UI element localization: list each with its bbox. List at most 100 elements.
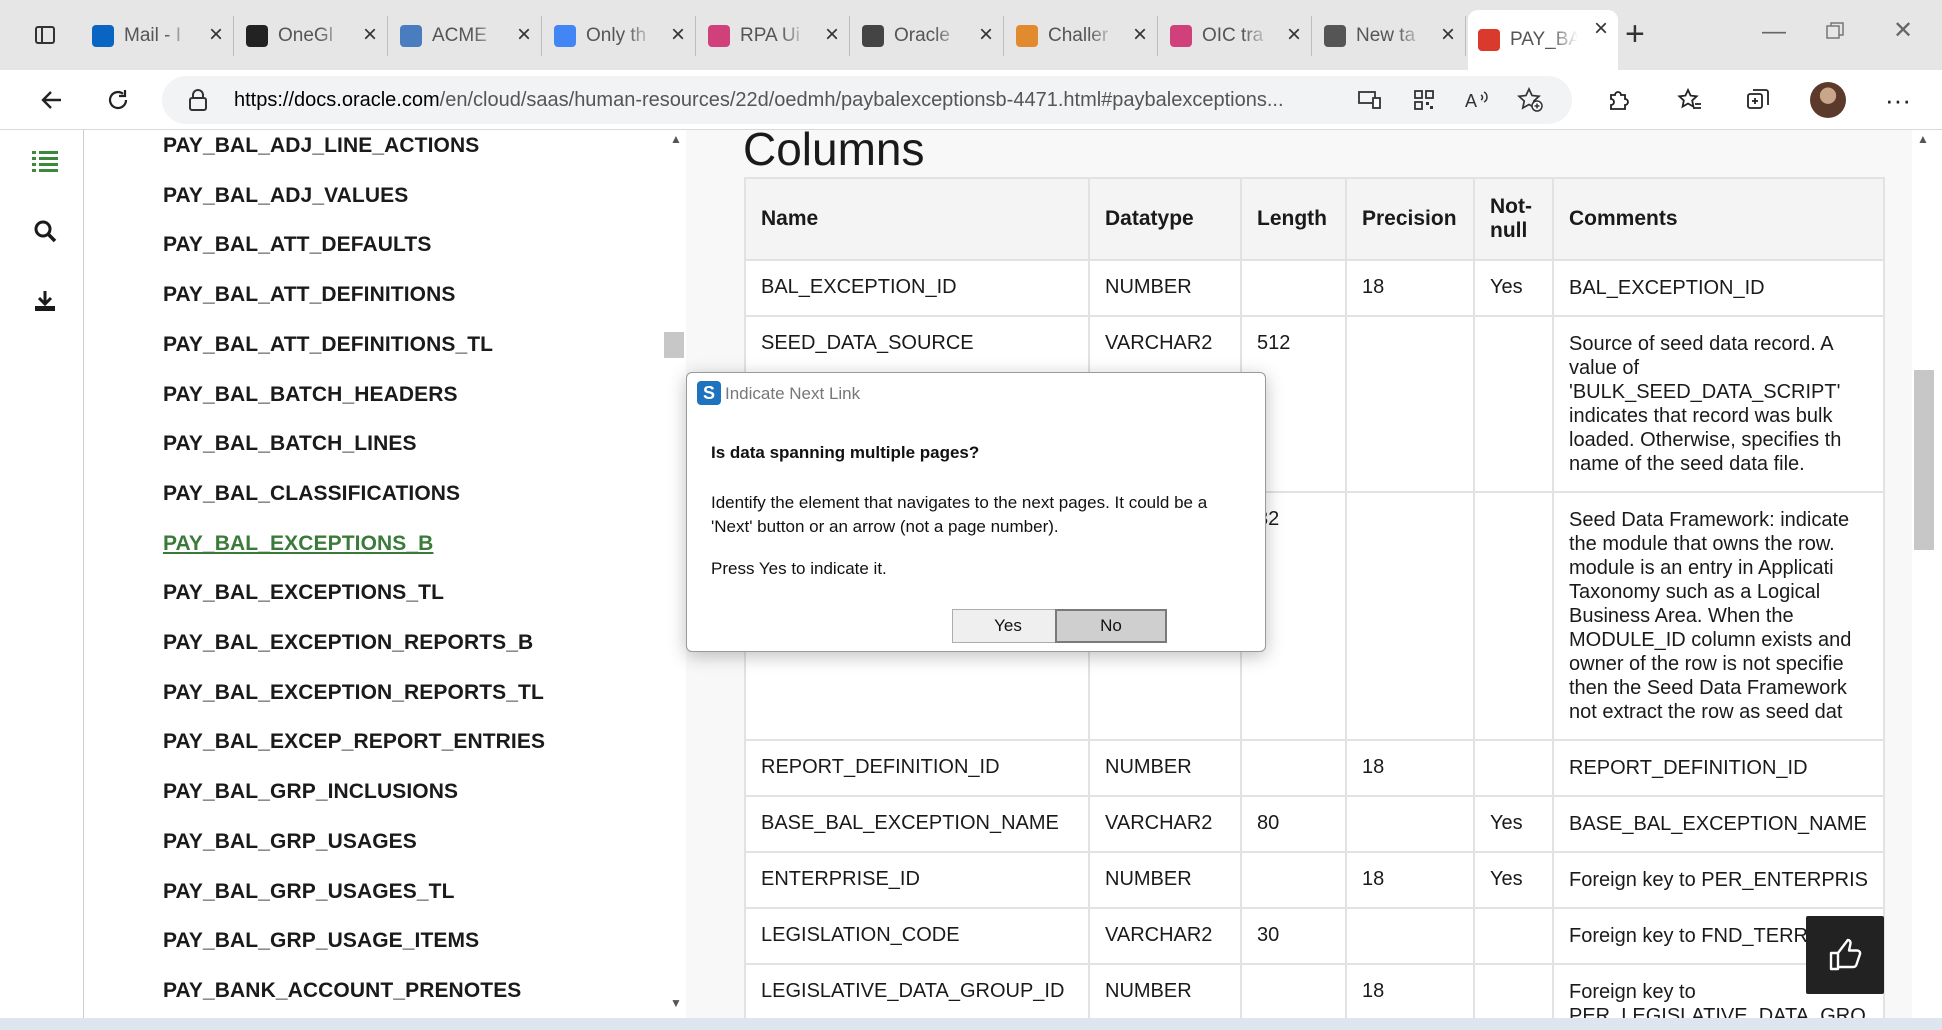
cell-comments: BASE_BAL_EXCEPTION_NAME <box>1552 795 1885 853</box>
cell-notnull <box>1473 315 1554 493</box>
url-host: https://docs.oracle.com <box>234 89 440 111</box>
col-header-precision: Precision <box>1345 177 1475 261</box>
no-button[interactable]: No <box>1055 609 1167 643</box>
browser-tab[interactable]: Mail - I × <box>82 16 234 56</box>
browser-tab[interactable]: PAY_BA × <box>1468 10 1618 70</box>
browser-tab[interactable]: New ta × <box>1314 16 1466 56</box>
cell-comments: Source of seed data record. Avalue of 'BU… <box>1552 315 1885 493</box>
sidebar-link[interactable]: PAY_BAL_EXCEPTION_REPORTS_TL <box>163 681 544 705</box>
tab-title: Only th <box>586 25 647 46</box>
address-bar[interactable]: https://docs.oracle.com/en/cloud/saas/hu… <box>162 76 1572 124</box>
back-icon[interactable] <box>34 82 70 118</box>
cell-name: ENTERPRISE_ID <box>744 851 1090 909</box>
page-scroll-up-icon[interactable]: ▲ <box>1917 132 1929 146</box>
comment-line: module is an entry in Applicati <box>1569 557 1834 579</box>
browser-tab[interactable]: OneGl × <box>236 16 388 56</box>
add-favorite-icon[interactable] <box>1512 82 1548 118</box>
browser-tab[interactable]: Challer × <box>1006 16 1158 56</box>
close-tab-icon[interactable]: × <box>363 22 377 48</box>
comment-line: BAL_EXCEPTION_ID <box>1569 277 1765 299</box>
comment-line: then the Seed Data Framework <box>1569 677 1847 699</box>
sidebar-link[interactable]: PAY_BAL_ATT_DEFINITIONS_TL <box>163 333 493 357</box>
google-icon <box>554 25 576 47</box>
scroll-down-arrow-icon[interactable]: ▼ <box>670 996 682 1010</box>
cell-datatype: VARCHAR2 <box>1088 795 1242 853</box>
sidebar-link[interactable]: PAY_BAL_ADJ_VALUES <box>163 184 408 208</box>
sidebar-scroll-thumb[interactable] <box>664 332 684 358</box>
close-tab-icon[interactable]: × <box>1594 16 1608 42</box>
comment-line: REPORT_DEFINITION_ID <box>1569 757 1808 779</box>
col-header-name: Name <box>744 177 1090 261</box>
share-feedback-button[interactable] <box>1806 916 1884 994</box>
sidebar-link[interactable]: PAY_BAL_GRP_USAGE_ITEMS <box>163 929 479 953</box>
sidebar-link[interactable]: PAY_BAL_CLASSIFICATIONS <box>163 482 460 506</box>
cell-datatype: VARCHAR2 <box>1088 907 1242 965</box>
close-tab-icon[interactable]: × <box>1133 22 1147 48</box>
refresh-icon[interactable] <box>100 82 136 118</box>
close-tab-icon[interactable]: × <box>825 22 839 48</box>
sidebar-link[interactable]: PAY_BAL_ATT_DEFINITIONS <box>163 283 455 307</box>
close-tab-icon[interactable]: × <box>209 22 223 48</box>
close-tab-icon[interactable]: × <box>517 22 531 48</box>
sidebar-link[interactable]: PAY_BAL_GRP_USAGES <box>163 830 417 854</box>
sidebar-link[interactable]: PAY_BAL_BATCH_HEADERS <box>163 383 458 407</box>
notnull-line2: null <box>1490 219 1528 242</box>
sidebar-link[interactable]: PAY_BANK_ACCOUNT_PRENOTES <box>163 979 521 1003</box>
app-available-icon[interactable] <box>1352 82 1388 118</box>
collections-icon[interactable] <box>1740 82 1776 118</box>
qr-icon[interactable] <box>1406 82 1442 118</box>
read-aloud-icon[interactable]: A <box>1460 82 1496 118</box>
cell-datatype: NUMBER <box>1088 259 1242 317</box>
close-window-icon[interactable]: ✕ <box>1893 16 1913 45</box>
restore-icon[interactable] <box>1825 20 1845 48</box>
cell-name: BASE_BAL_EXCEPTION_NAME <box>744 795 1090 853</box>
browser-tab[interactable]: Only th × <box>544 16 696 56</box>
tab-title: Oracle <box>894 25 950 46</box>
sidebar-link[interactable]: PAY_BAL_GRP_INCLUSIONS <box>163 780 458 804</box>
search-icon[interactable] <box>32 218 58 249</box>
toc-icon[interactable] <box>30 148 60 177</box>
minimize-icon[interactable]: — <box>1762 18 1786 46</box>
url-text[interactable]: https://docs.oracle.com/en/cloud/saas/hu… <box>234 89 1284 112</box>
sidebar-link[interactable]: PAY_BAL_EXCEPTIONS_B <box>163 532 433 556</box>
sidebar-scrollbar[interactable]: ▲ ▼ <box>664 130 686 1018</box>
favorites-icon[interactable] <box>1672 82 1708 118</box>
sidebar-link[interactable]: PAY_BAL_GRP_USAGES_TL <box>163 880 455 904</box>
sidebar-link[interactable]: PAY_BAL_ADJ_LINE_ACTIONS <box>163 134 479 158</box>
close-tab-icon[interactable]: × <box>979 22 993 48</box>
scroll-up-arrow-icon[interactable]: ▲ <box>670 132 682 146</box>
cell-length <box>1240 739 1347 797</box>
browser-tab[interactable]: Oracle × <box>852 16 1004 56</box>
comment-line: owner of the row is not specifie <box>1569 653 1844 675</box>
extensions-icon[interactable] <box>1600 82 1636 118</box>
col-header-datatype: Datatype <box>1088 177 1242 261</box>
table-row: BAL_EXCEPTION_ID NUMBER 18 Yes BAL_EXCEPTION… <box>744 259 1885 317</box>
comment-line: Foreign key to PER_ENTERPRIS <box>1569 869 1868 891</box>
close-tab-icon[interactable]: × <box>1441 22 1455 48</box>
browser-tab[interactable]: RPA Ui × <box>698 16 850 56</box>
close-tab-icon[interactable]: × <box>671 22 685 48</box>
comment-line: Seed Data Framework: indicate <box>1569 509 1850 531</box>
lock-icon[interactable] <box>188 88 208 117</box>
more-menu-icon[interactable]: ··· <box>1880 82 1916 118</box>
profile-avatar[interactable] <box>1810 82 1846 118</box>
yes-button[interactable]: Yes <box>952 609 1064 643</box>
doc-icon-rail <box>10 130 84 1030</box>
sidebar-link[interactable]: PAY_BAL_ATT_DEFAULTS <box>163 233 431 257</box>
close-tab-icon[interactable]: × <box>1287 22 1301 48</box>
page-scrollbar[interactable]: ▲ <box>1912 130 1934 1018</box>
play-icon <box>708 25 730 47</box>
sidebar-link[interactable]: PAY_BAL_BATCH_LINES <box>163 432 417 456</box>
play-icon <box>1170 25 1192 47</box>
sidebar-link[interactable]: PAY_BAL_EXCEPTION_REPORTS_B <box>163 631 533 655</box>
browser-tab[interactable]: OIC tra × <box>1160 16 1312 56</box>
cell-precision <box>1345 795 1475 853</box>
sidebar-link[interactable]: PAY_BAL_EXCEPTIONS_TL <box>163 581 444 605</box>
download-icon[interactable] <box>32 288 58 319</box>
page-scroll-thumb[interactable] <box>1914 370 1934 550</box>
new-tab-icon[interactable]: + <box>1625 16 1645 52</box>
tab-title: ACME <box>432 25 487 46</box>
tab-actions-icon[interactable] <box>30 20 60 50</box>
browser-tab[interactable]: ACME × <box>390 16 542 56</box>
sidebar-link[interactable]: PAY_BAL_EXCEP_REPORT_ENTRIES <box>163 730 545 754</box>
